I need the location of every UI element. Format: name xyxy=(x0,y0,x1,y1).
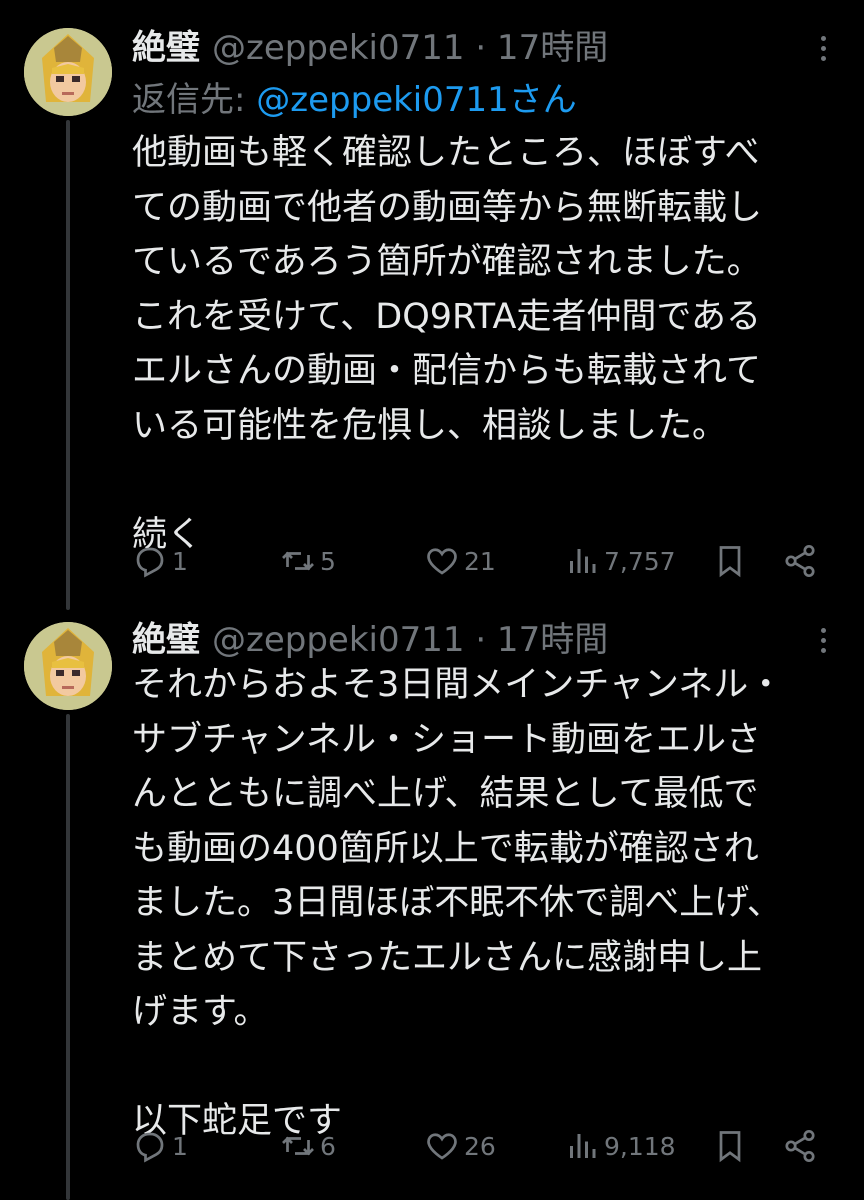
share-button[interactable] xyxy=(782,541,818,581)
bookmark-icon xyxy=(719,1131,741,1163)
reply-icon xyxy=(136,1132,164,1163)
tweet-header: 絶璧 @zeppeki0711 · 17時間 xyxy=(132,20,608,68)
retweet-button[interactable]: 5 xyxy=(280,541,336,581)
retweet-count: 5 xyxy=(320,546,336,576)
avatar[interactable] xyxy=(24,28,112,116)
more-options-icon[interactable] xyxy=(808,622,838,658)
retweet-icon xyxy=(282,1136,314,1156)
like-icon xyxy=(427,548,457,575)
retweet-icon xyxy=(282,551,314,571)
views-icon xyxy=(570,1134,596,1158)
like-count: 21 xyxy=(464,546,496,576)
reply-to-mention[interactable]: @zeppeki0711さん xyxy=(256,80,577,120)
tweet-text: 他動画も軽く確認したところ、ほぼすべ ての動画で他者の動画等から無断転載し てい… xyxy=(132,133,763,555)
views-button[interactable]: 9,118 xyxy=(564,1126,676,1166)
tweet-header: 絶璧 @zeppeki0711 · 17時間 xyxy=(132,612,608,660)
view-count: 7,757 xyxy=(604,546,676,576)
tweet[interactable]: 絶璧 @zeppeki0711 · 17時間 返信先: @zeppeki0711… xyxy=(0,0,864,600)
retweet-button[interactable]: 6 xyxy=(280,1126,336,1166)
reply-icon xyxy=(136,547,164,578)
retweet-count: 6 xyxy=(320,1131,336,1161)
reply-count: 1 xyxy=(172,546,188,576)
like-button[interactable]: 21 xyxy=(424,541,496,581)
tweet[interactable]: 絶璧 @zeppeki0711 · 17時間 それからおよそ3日間メインチャンネ… xyxy=(0,600,864,1200)
avatar-image xyxy=(24,28,112,116)
more-options-icon[interactable] xyxy=(808,30,838,66)
like-count: 26 xyxy=(464,1131,496,1161)
view-count: 9,118 xyxy=(604,1131,676,1161)
reply-count: 1 xyxy=(172,1131,188,1161)
tweet-actions: 1 6 26 9,118 xyxy=(132,1126,832,1166)
share-button[interactable] xyxy=(782,1126,818,1166)
reply-button[interactable]: 1 xyxy=(132,541,188,581)
author-name[interactable]: 絶璧 xyxy=(132,612,200,661)
bookmark-button[interactable] xyxy=(712,1126,748,1166)
avatar[interactable] xyxy=(24,622,112,710)
reply-button[interactable]: 1 xyxy=(132,1126,188,1166)
share-icon xyxy=(785,1129,815,1163)
author-name[interactable]: 絶璧 xyxy=(132,20,200,69)
tweet-text: それからおよそ3日間メインチャンネル・ サブチャンネル・ショート動画をエルさ ん… xyxy=(132,665,784,1141)
share-icon xyxy=(785,544,815,578)
avatar-image xyxy=(24,622,112,710)
views-button[interactable]: 7,757 xyxy=(564,541,676,581)
handle-and-time[interactable]: @zeppeki0711 · 17時間 xyxy=(212,612,608,661)
handle-and-time[interactable]: @zeppeki0711 · 17時間 xyxy=(212,20,608,69)
like-icon xyxy=(427,1133,457,1160)
reply-to-line: 返信先: @zeppeki0711さん xyxy=(132,72,577,121)
tweet-actions: 1 5 21 7,757 xyxy=(132,541,832,581)
bookmark-icon xyxy=(719,546,741,578)
like-button[interactable]: 26 xyxy=(424,1126,496,1166)
bookmark-button[interactable] xyxy=(712,541,748,581)
reply-to-label: 返信先: xyxy=(132,80,257,120)
views-icon xyxy=(570,549,596,573)
